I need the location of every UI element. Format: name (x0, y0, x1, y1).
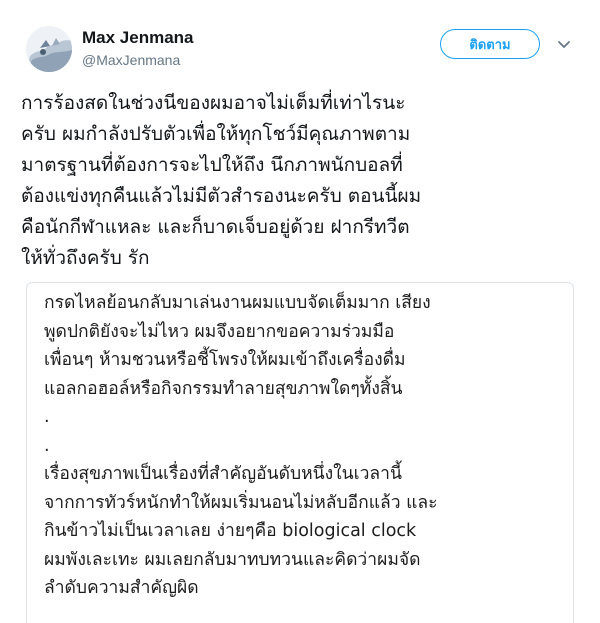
image-text-line: เพื่อนๆ ห้ามชวนหรือชี้โพรงให้ผมเข้าถึงเค… (44, 350, 406, 370)
chevron-down-icon[interactable] (556, 36, 572, 52)
image-text-line: กรดไหลย้อนกลับมาเล่นงานผมแบบจัดเต็มมาก เ… (44, 293, 431, 313)
image-text: กรดไหลย้อนกลับมาเล่นงานผมแบบจัดเต็มมาก เ… (44, 289, 569, 603)
tweet-header: Max Jenmana @MaxJenmana ติดตาม (20, 22, 580, 78)
image-text-line: พูดปกติยังจะไม่ไหว ผมจึงอยากขอความร่วมมื… (44, 321, 395, 342)
image-text-line: แอลกอฮอล์หรือกิจกรรมทำลายสุขภาพใดๆทั้งสิ… (44, 378, 403, 399)
author-handle[interactable]: @MaxJenmana (82, 52, 180, 68)
tweet-text-line: มาตรฐานที่ต้องการจะไปให้ถึง นึกภาพนักบอล… (21, 154, 403, 176)
image-text-line: ลำดับความสำคัญผิด (44, 578, 199, 598)
avatar-icon[interactable] (26, 26, 72, 72)
follow-button[interactable]: ติดตาม (440, 29, 540, 59)
image-text-line: จากการทัวร์หนักทำให้ผมเริ่มนอนไม่หลับอีก… (44, 492, 438, 513)
tweet-text: การร้องสดในช่วงนีของผมอาจไม่เต็มที่เท่าไ… (21, 88, 586, 274)
image-text-line: กินข้าวไม่เป็นเวลาเลย ง่ายๆคือ biologica… (44, 521, 417, 541)
author-name[interactable]: Max Jenmana (82, 28, 194, 48)
tweet-text-line: การร้องสดในช่วงนีของผมอาจไม่เต็มที่เท่าไ… (21, 92, 406, 114)
image-text-line: . (44, 435, 50, 456)
tweet-text-line: ต้องแข่งทุกคืนแล้วไม่มีตัวสำรองนะครับ ตอ… (21, 185, 422, 207)
tweet-card: Max Jenmana @MaxJenmana ติดตาม การร้องสด… (0, 0, 600, 623)
attached-image[interactable]: กรดไหลย้อนกลับมาเล่นงานผมแบบจัดเต็มมาก เ… (26, 282, 574, 623)
image-text-line: . (44, 407, 50, 427)
avatar-image (26, 26, 72, 72)
tweet-text-line: ครับ ผมกำลังปรับตัวเพื่อให้ทุกโชว์มีคุณภ… (21, 123, 411, 145)
image-text-line: เรื่องสุขภาพเป็นเรื่องที่สำคัญอันดับหนึ่… (44, 464, 402, 484)
tweet-text-line: คือนักกีฬาแหละ และก็บาดเจ็บอยู่ด้วย ฝากร… (21, 216, 410, 238)
image-text-line: ผมพังเละเทะ ผมเลยกลับมาทบทวนและคิดว่าผมจ… (44, 549, 421, 570)
tweet-text-line: ให้ทั่วถึงครับ รัก (21, 247, 150, 269)
